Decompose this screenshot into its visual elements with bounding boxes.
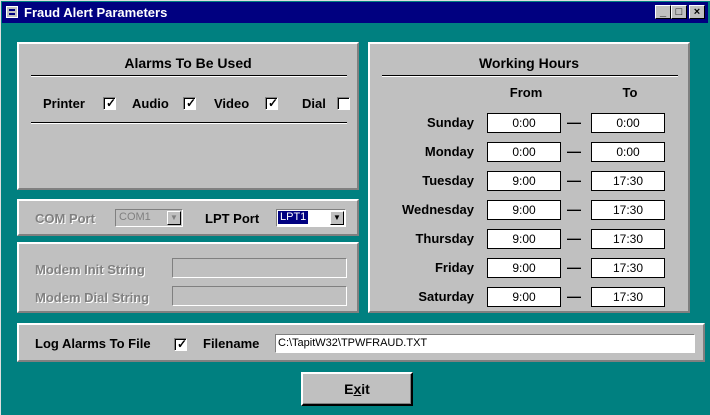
alarms-heading: Alarms To Be Used (124, 55, 252, 71)
modem-dial-label: Modem Dial String (35, 290, 150, 305)
friday-from-field[interactable]: 9:00 (487, 258, 561, 278)
chevron-down-icon[interactable]: ▼ (330, 211, 344, 225)
tuesday-to-field[interactable]: 17:30 (591, 171, 665, 191)
alarms-divider-bottom (31, 122, 347, 124)
thursday-to-field[interactable]: 17:30 (591, 229, 665, 249)
range-separator: — (567, 201, 581, 217)
checkmark-icon: ✓ (186, 96, 197, 110)
tuesday-from-field[interactable]: 9:00 (487, 171, 561, 191)
to-column-header: To (622, 85, 638, 100)
day-label-thursday: Thursday (415, 231, 474, 246)
saturday-to-field[interactable]: 17:30 (591, 287, 665, 307)
checkmark-icon: ✓ (106, 96, 117, 110)
lpt-port-select[interactable]: LPT1 ▼ (276, 209, 346, 227)
wednesday-from-field[interactable]: 9:00 (487, 200, 561, 220)
title-bar[interactable]: Fraud Alert Parameters _ □ × (2, 2, 708, 23)
lpt-port-label: LPT Port (205, 211, 260, 226)
exit-button[interactable]: Exit (301, 372, 413, 406)
printer-label: Printer (43, 96, 85, 111)
working-hours-heading: Working Hours (478, 55, 580, 71)
day-label-monday: Monday (424, 144, 474, 159)
printer-checkbox[interactable]: ✓ (103, 97, 116, 110)
close-button[interactable]: × (689, 5, 705, 19)
lpt-port-value: LPT1 (278, 211, 309, 224)
friday-to-field[interactable]: 17:30 (591, 258, 665, 278)
day-label-saturday: Saturday (418, 289, 474, 304)
sunday-to-field[interactable]: 0:00 (591, 113, 665, 133)
com-port-select[interactable]: COM1 ▼ (115, 209, 183, 227)
wednesday-to-field[interactable]: 17:30 (591, 200, 665, 220)
range-separator: — (567, 259, 581, 275)
saturday-from-field[interactable]: 9:00 (487, 287, 561, 307)
sunday-from-field[interactable]: 0:00 (487, 113, 561, 133)
range-separator: — (567, 114, 581, 130)
filename-field[interactable]: C:\TapitW32\TPWFRAUD.TXT (275, 334, 695, 353)
chevron-down-icon[interactable]: ▼ (167, 211, 181, 225)
ports-panel: COM Port COM1 ▼ LPT Port LPT1 ▼ (17, 199, 359, 236)
com-port-value: COM1 (119, 211, 151, 223)
window-title: Fraud Alert Parameters (24, 5, 168, 20)
maximize-button[interactable]: □ (671, 5, 687, 19)
fraud-alert-window: Fraud Alert Parameters _ □ × Alarms To B… (0, 0, 710, 415)
monday-to-field[interactable]: 0:00 (591, 142, 665, 162)
range-separator: — (567, 288, 581, 304)
day-label-friday: Friday (434, 260, 474, 275)
minimize-button[interactable]: _ (655, 5, 671, 19)
from-column-header: From (509, 85, 543, 100)
day-label-wednesday: Wednesday (401, 202, 474, 217)
audio-checkbox[interactable]: ✓ (183, 97, 196, 110)
thursday-from-field[interactable]: 9:00 (487, 229, 561, 249)
alarms-panel: Alarms To Be Used Printer ✓ Audio ✓ Vide… (17, 42, 359, 190)
modem-init-label: Modem Init String (35, 262, 145, 277)
form-icon[interactable] (6, 6, 18, 18)
exit-label-suffix: it (361, 381, 370, 397)
dial-checkbox[interactable] (337, 97, 350, 110)
audio-label: Audio (132, 96, 169, 111)
video-checkbox[interactable]: ✓ (265, 97, 278, 110)
working-hours-panel: Working Hours From To Sunday 0:00 — 0:00… (368, 42, 690, 313)
day-label-tuesday: Tuesday (422, 173, 474, 188)
com-port-label: COM Port (35, 211, 95, 226)
monday-from-field[interactable]: 0:00 (487, 142, 561, 162)
log-alarms-checkbox[interactable]: ✓ (174, 338, 187, 351)
alarms-divider-top (31, 75, 347, 77)
checkmark-icon: ✓ (177, 337, 188, 351)
working-hours-divider (382, 75, 678, 77)
modem-dial-field[interactable] (172, 286, 347, 306)
dial-label: Dial (302, 96, 326, 111)
log-panel: Log Alarms To File ✓ Filename C:\TapitW3… (17, 323, 705, 362)
checkmark-icon: ✓ (268, 96, 279, 110)
modem-panel: Modem Init String Modem Dial String (17, 242, 359, 313)
range-separator: — (567, 230, 581, 246)
filename-label: Filename (203, 336, 260, 351)
log-alarms-label: Log Alarms To File (35, 336, 151, 351)
range-separator: — (567, 172, 581, 188)
modem-init-field[interactable] (172, 258, 347, 278)
range-separator: — (567, 143, 581, 159)
day-label-sunday: Sunday (427, 115, 474, 130)
video-label: Video (214, 96, 250, 111)
